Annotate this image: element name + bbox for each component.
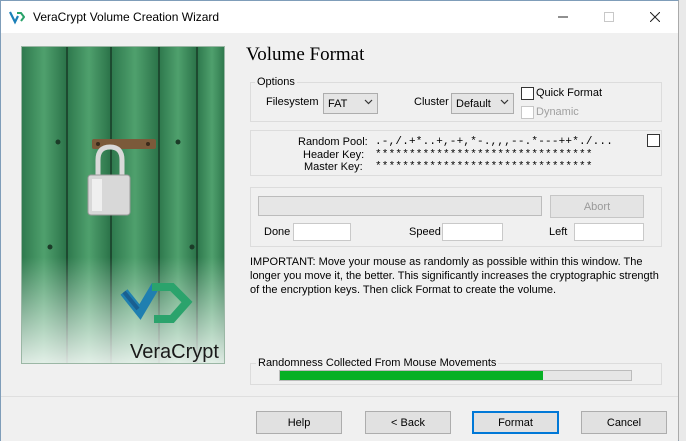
filesystem-select[interactable]: FAT — [323, 93, 378, 114]
randomness-progress-fill — [280, 371, 544, 380]
veracrypt-logo-text: VeraCrypt — [130, 341, 219, 363]
chevron-down-icon — [364, 97, 373, 109]
quick-format-label[interactable]: Quick Format — [536, 87, 602, 99]
randomness-label: Randomness Collected From Mouse Movement… — [256, 357, 499, 369]
background-window-edge — [678, 0, 686, 441]
left-label: Left — [549, 226, 568, 238]
maximize-button[interactable] — [586, 1, 632, 33]
cancel-button[interactable]: Cancel — [581, 411, 667, 434]
format-progress-bar — [258, 196, 542, 216]
window-title: VeraCrypt Volume Creation Wizard — [33, 10, 220, 24]
close-button[interactable] — [632, 1, 678, 33]
randomness-progress-bar — [279, 370, 632, 381]
dynamic-checkbox[interactable] — [521, 106, 534, 119]
important-note: IMPORTANT: Move your mouse as randomly a… — [250, 256, 659, 296]
left-value — [574, 223, 644, 241]
help-button[interactable]: Help — [256, 411, 342, 434]
filesystem-value: FAT — [328, 97, 348, 110]
speed-label: Speed — [409, 226, 441, 238]
veracrypt-app-icon — [9, 9, 25, 25]
random-pool-value: .-,/.+*..+,-+,*-.,,,--.*---++*./... — [375, 136, 614, 148]
cluster-label: Cluster — [414, 96, 449, 108]
wizard-window: VeraCrypt Volume Creation Wizard VeraCry… — [0, 0, 679, 441]
cluster-value: Default — [456, 97, 491, 110]
header-key-label: Header Key: — [303, 149, 365, 161]
wizard-side-image: VeraCrypt — [21, 46, 225, 364]
window-controls — [540, 1, 678, 33]
dynamic-label: Dynamic — [536, 106, 579, 118]
done-value — [293, 223, 351, 241]
abort-button[interactable]: Abort — [550, 195, 644, 218]
master-key-value: ******************************** — [375, 161, 593, 173]
filesystem-label: Filesystem — [266, 96, 319, 108]
options-group-label: Options — [255, 76, 297, 88]
quick-format-checkbox[interactable] — [521, 87, 534, 100]
master-key-label: Master Key: — [304, 161, 363, 173]
cluster-select[interactable]: Default — [451, 93, 514, 114]
minimize-button[interactable] — [540, 1, 586, 33]
speed-value — [442, 223, 503, 241]
close-icon — [650, 12, 660, 22]
maximize-icon — [604, 12, 614, 22]
title-bar[interactable]: VeraCrypt Volume Creation Wizard — [1, 1, 678, 33]
show-pool-checkbox[interactable] — [647, 134, 660, 147]
format-button[interactable]: Format — [472, 411, 559, 434]
back-button[interactable]: < Back — [365, 411, 451, 434]
done-label: Done — [264, 226, 291, 238]
page-title: Volume Format — [246, 44, 365, 65]
random-pool-label: Random Pool: — [298, 136, 368, 148]
minimize-icon — [558, 16, 568, 18]
chevron-down-icon — [500, 97, 509, 109]
wizard-content: VeraCrypt Volume Format Options Filesyst… — [1, 33, 678, 441]
header-key-value: ******************************** — [375, 149, 593, 161]
